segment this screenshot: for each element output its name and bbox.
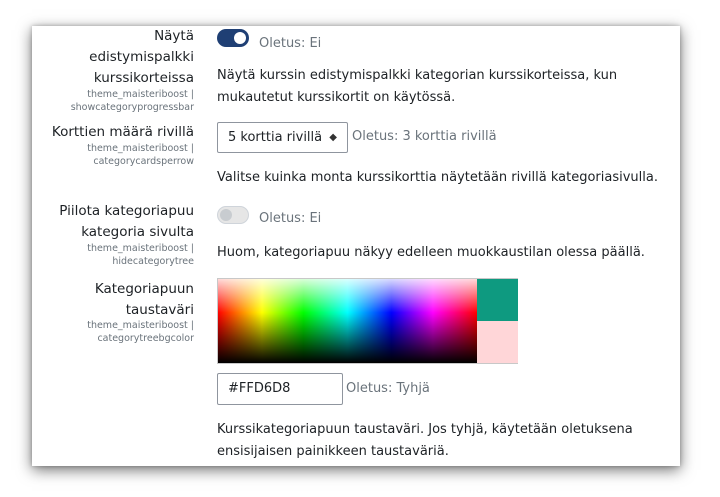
setting-key-cardsperrow: theme_maisteriboost | categorycardsperro… (87, 143, 194, 167)
cardsperrow-select[interactable]: 5 korttia rivillä ◆ (217, 122, 348, 153)
progressbar-toggle[interactable] (217, 29, 249, 47)
hidecategorytree-description: Huom, kategoriapuu näkyy edelleen muokka… (217, 245, 645, 260)
hidecategorytree-toggle[interactable] (217, 206, 249, 224)
color-spectrum[interactable] (218, 279, 477, 363)
color-hex-input[interactable]: #FFD6D8 (217, 373, 343, 405)
previous-color-swatch (477, 279, 518, 321)
setting-label-cardsperrow: Korttien määrä rivillä (51, 124, 194, 140)
setting-key-hidecategorytree: theme_maisteriboost | hidecategorytree (87, 243, 194, 267)
setting-label-categorytreebgcolor: Kategoriapuun taustaväri (94, 281, 194, 318)
setting-label-hidecategorytree: Piilota kategoriapuu kategoria sivulta (59, 203, 194, 240)
setting-key-categorytreebgcolor: theme_maisteriboost | categorytreebgcolo… (87, 320, 194, 344)
current-color-swatch (477, 321, 518, 363)
toggle-knob (234, 32, 246, 44)
select-caret-icon: ◆ (329, 132, 337, 143)
color-picker[interactable] (217, 278, 518, 364)
cardsperrow-default: Oletus: 3 korttia rivillä (352, 129, 497, 144)
cardsperrow-description: Valitse kuinka monta kurssikorttia näyte… (217, 170, 658, 185)
categorytreebgcolor-default: Oletus: Tyhjä (346, 381, 430, 396)
setting-label-progressbar: Näytä edistymispalkki kurssikorteissa (89, 28, 194, 86)
hidecategorytree-default: Oletus: Ei (259, 211, 322, 226)
progressbar-default: Oletus: Ei (259, 36, 322, 51)
settings-panel: Näytä edistymispalkki kurssikorteissa th… (32, 26, 680, 466)
toggle-knob (220, 209, 232, 221)
setting-key-progressbar: theme_maisteriboost | showcategoryprogre… (70, 89, 194, 113)
categorytreebgcolor-description: Kurssikategoriapuun taustaväri. Jos tyhj… (217, 422, 633, 459)
progressbar-description: Näytä kurssin edistymispalkki kategorian… (217, 68, 618, 105)
